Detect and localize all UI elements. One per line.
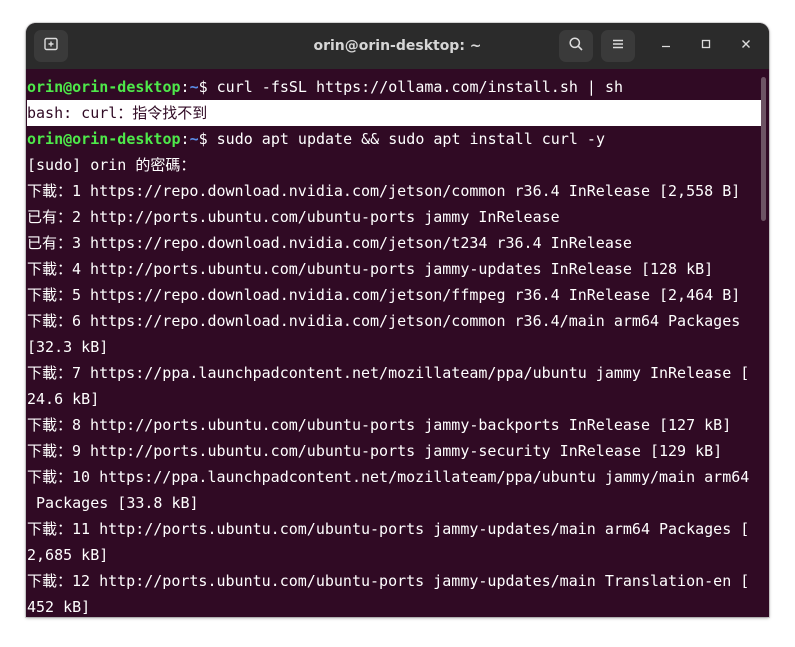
prompt-separator: : bbox=[180, 78, 190, 96]
command-text: sudo apt update && sudo apt install curl… bbox=[216, 130, 605, 148]
output-line: 下載：10 https://ppa.launchpadcontent.net/m… bbox=[27, 468, 750, 486]
output-line: 452 kB] bbox=[27, 598, 91, 616]
output-line: 下載：6 https://repo.download.nvidia.com/je… bbox=[27, 312, 741, 330]
terminal-window: orin@orin-desktop: ~ orin@orin-desktop:~… bbox=[26, 23, 769, 617]
output-line: 2,685 kB] bbox=[27, 546, 109, 564]
close-button[interactable] bbox=[734, 34, 758, 58]
prompt-user-host: orin@orin-desktop bbox=[27, 130, 181, 148]
maximize-icon bbox=[700, 38, 712, 54]
new-tab-button[interactable] bbox=[34, 30, 68, 62]
output-line: 下載：5 https://repo.download.nvidia.com/je… bbox=[27, 286, 741, 304]
prompt-user-host: orin@orin-desktop bbox=[27, 78, 181, 96]
search-button[interactable] bbox=[559, 30, 593, 62]
prompt-line: orin@orin-desktop:~$ curl -fsSL https://… bbox=[27, 74, 762, 100]
output-line: 下載：12 http://ports.ubuntu.com/ubuntu-por… bbox=[27, 572, 750, 590]
hamburger-menu-icon bbox=[610, 36, 626, 56]
output-line: 24.6 kB] bbox=[27, 390, 100, 408]
terminal-lines: orin@orin-desktop:~$ curl -fsSL https://… bbox=[27, 74, 762, 617]
output-line: 下載：9 http://ports.ubuntu.com/ubuntu-port… bbox=[27, 442, 723, 460]
close-icon bbox=[740, 38, 752, 54]
output-line: 下載：1 https://repo.download.nvidia.com/je… bbox=[27, 182, 741, 200]
minimize-button[interactable] bbox=[654, 34, 678, 58]
output-line: [32.3 kB] bbox=[27, 338, 109, 356]
new-tab-icon bbox=[43, 36, 59, 56]
terminal-output-area[interactable]: orin@orin-desktop:~$ curl -fsSL https://… bbox=[26, 69, 769, 617]
prompt-path: ~ bbox=[189, 78, 199, 96]
output-line: 下載：7 https://ppa.launchpadcontent.net/mo… bbox=[27, 364, 750, 382]
prompt-separator: : bbox=[180, 130, 190, 148]
title-bar[interactable]: orin@orin-desktop: ~ bbox=[26, 23, 769, 69]
prompt-symbol: $ bbox=[198, 78, 217, 96]
menu-button[interactable] bbox=[601, 30, 635, 62]
output-line: [sudo] orin 的密碼： bbox=[27, 156, 196, 174]
output-line: 下載：4 http://ports.ubuntu.com/ubuntu-port… bbox=[27, 260, 714, 278]
search-icon bbox=[568, 36, 584, 56]
scrollbar-thumb[interactable] bbox=[761, 77, 766, 221]
output-line: 下載：8 http://ports.ubuntu.com/ubuntu-port… bbox=[27, 416, 732, 434]
prompt-line: orin@orin-desktop:~$ sudo apt update && … bbox=[27, 126, 762, 152]
prompt-symbol: $ bbox=[198, 130, 217, 148]
output-line: 已有：2 http://ports.ubuntu.com/ubuntu-port… bbox=[27, 208, 560, 226]
output-line: 下載：11 http://ports.ubuntu.com/ubuntu-por… bbox=[27, 520, 750, 538]
selected-output-line: bash: curl：指令找不到 bbox=[27, 100, 762, 126]
output-line: Packages [33.8 kB] bbox=[27, 494, 199, 512]
command-text: curl -fsSL https://ollama.com/install.sh… bbox=[216, 78, 624, 96]
output-line: 已有：3 https://repo.download.nvidia.com/je… bbox=[27, 234, 632, 252]
minimize-icon bbox=[660, 38, 672, 54]
prompt-path: ~ bbox=[189, 130, 199, 148]
maximize-button[interactable] bbox=[694, 34, 718, 58]
